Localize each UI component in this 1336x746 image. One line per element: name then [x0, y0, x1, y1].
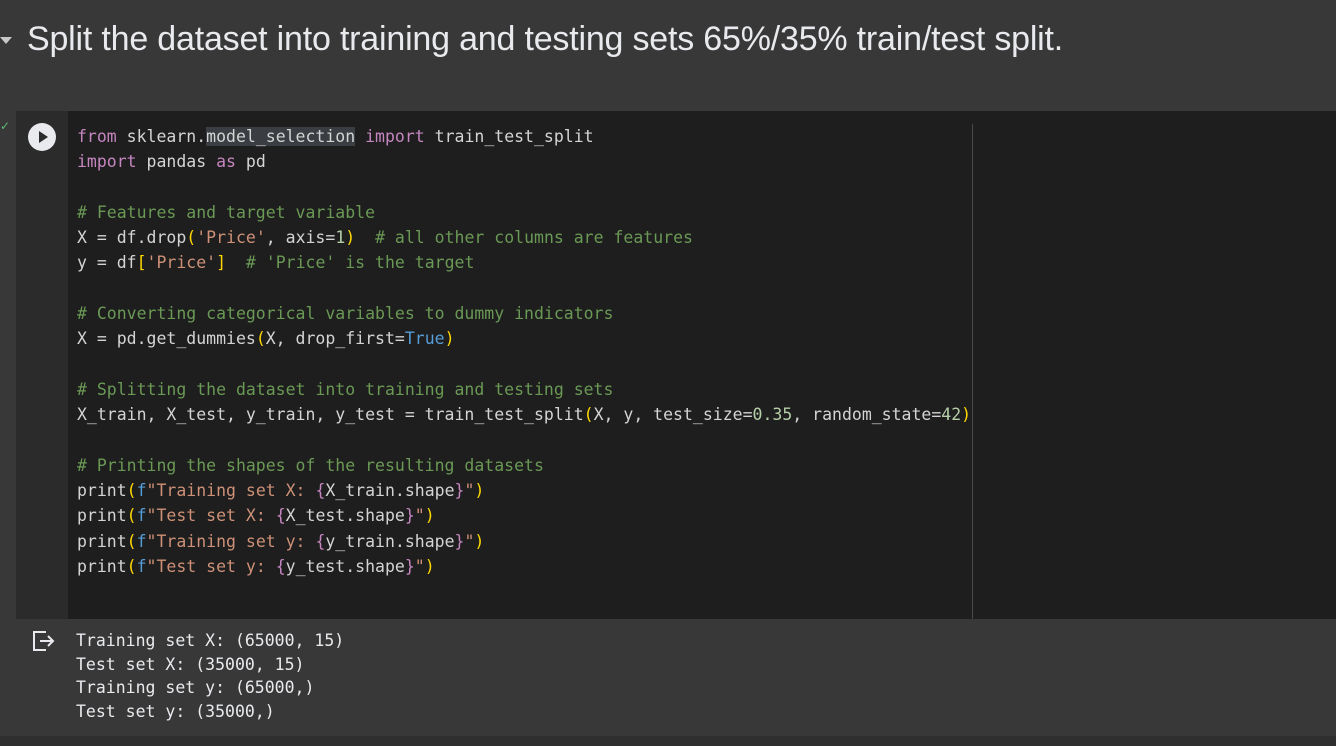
- code-line: X = df.drop('Price', axis=1) # all other…: [77, 228, 693, 248]
- output-text: Training set X: (65000, 15) Test set X: …: [76, 629, 344, 723]
- code-line: print(f"Training set X: {X_train.shape}"…: [77, 481, 485, 501]
- code-line: X = pd.get_dummies(X, drop_first=True): [77, 329, 455, 349]
- output-line: Training set X: (65000, 15): [76, 631, 345, 650]
- cell-gutter: [16, 111, 68, 619]
- code-line: y = df['Price'] # 'Price' is the target: [77, 253, 475, 273]
- line-length-ruler: [972, 124, 973, 619]
- output-redirect-icon[interactable]: [30, 628, 56, 654]
- code-line: X_train, X_test, y_train, y_test = train…: [77, 405, 972, 425]
- cell-output: Training set X: (65000, 15) Test set X: …: [16, 619, 1336, 736]
- check-icon: ✓: [0, 119, 11, 133]
- code-line: print(f"Test set y: {y_test.shape}"): [77, 557, 435, 577]
- code-line: # Printing the shapes of the resulting d…: [77, 455, 544, 475]
- code-line: # Converting categorical variables to du…: [77, 304, 614, 324]
- code-line: print(f"Test set X: {X_test.shape}"): [77, 506, 435, 526]
- run-cell-button[interactable]: [28, 123, 56, 151]
- code-line: import pandas as pd: [77, 152, 266, 172]
- code-line: from sklearn.model_selection import trai…: [77, 127, 594, 146]
- section-header: Split the dataset into training and test…: [0, 0, 1336, 96]
- code-cell[interactable]: from sklearn.model_selection import trai…: [16, 111, 1336, 619]
- bottom-divider: [0, 736, 1336, 746]
- code-line: # Splitting the dataset into training an…: [77, 379, 614, 399]
- cell-execution-status: ✓: [0, 120, 15, 160]
- output-line: Training set y: (65000,): [76, 678, 315, 697]
- output-line: Test set X: (35000, 15): [76, 654, 305, 674]
- collapse-arrow-icon[interactable]: [0, 37, 12, 44]
- code-line: print(f"Training set y: {y_train.shape}"…: [77, 531, 485, 551]
- output-line: Test set y: (35000,): [76, 701, 275, 721]
- code-line: # Features and target variable: [77, 202, 376, 222]
- code-editor[interactable]: from sklearn.model_selection import trai…: [77, 124, 971, 579]
- section-heading: Split the dataset into training and test…: [27, 20, 1064, 58]
